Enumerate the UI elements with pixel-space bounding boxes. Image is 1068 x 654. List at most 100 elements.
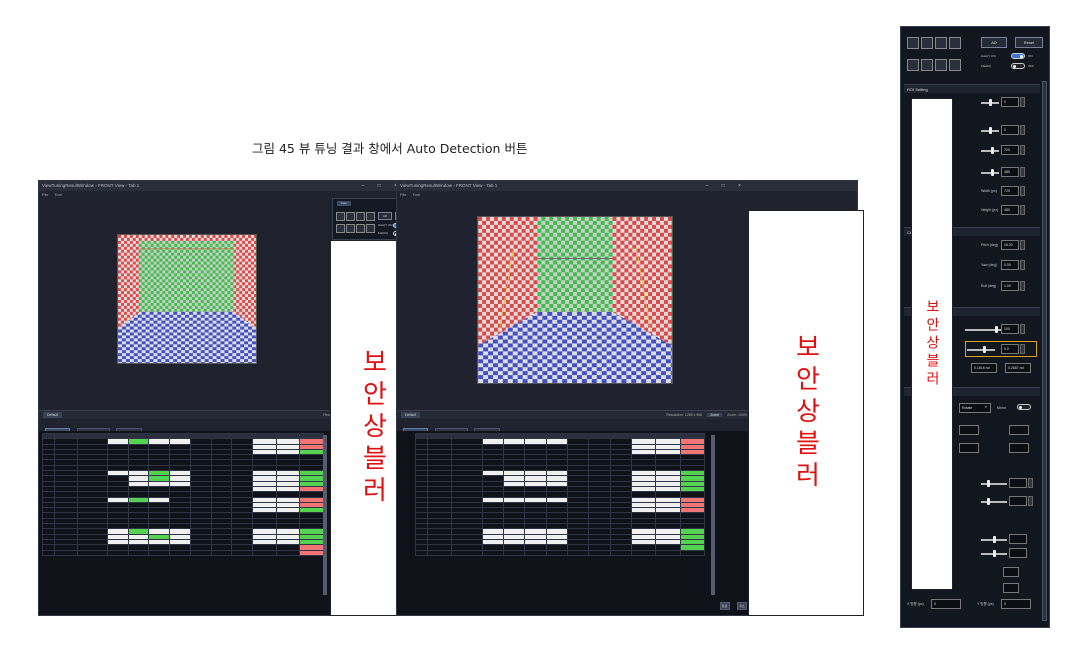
slider-c-thumb[interactable]: [993, 536, 996, 543]
slider-a-spinner[interactable]: [1028, 478, 1033, 488]
width-spinner[interactable]: [1020, 186, 1025, 196]
car-icon[interactable]: [935, 59, 947, 71]
ruler-icon[interactable]: [346, 224, 355, 233]
roi-field-3[interactable]: 720: [1001, 145, 1019, 155]
slider-b-spinner[interactable]: [1028, 496, 1033, 506]
roi-slider-3-thumb[interactable]: [991, 147, 994, 154]
grid-icon[interactable]: [907, 59, 919, 71]
roi-field-2[interactable]: 0: [1001, 125, 1019, 135]
scale-spinner[interactable]: [1020, 324, 1025, 334]
scale-slider-thumb[interactable]: [995, 326, 998, 333]
grid-icon[interactable]: [336, 224, 345, 233]
pitch-field[interactable]: 16.20: [1001, 240, 1019, 250]
roi-field-2-spinner[interactable]: [1020, 125, 1025, 135]
menu-file[interactable]: File: [42, 192, 48, 197]
mirror-toggle[interactable]: [1017, 404, 1031, 410]
roll-spinner[interactable]: [1020, 281, 1025, 291]
ad-button[interactable]: AD: [981, 37, 1007, 48]
result-table: [42, 432, 324, 556]
slider-a-field[interactable]: [1009, 478, 1027, 488]
pointer-icon[interactable]: [356, 212, 365, 221]
result-table: [414, 432, 706, 556]
cancel-button[interactable]: 취소: [737, 602, 747, 610]
x-offset-field[interactable]: 0: [931, 599, 961, 609]
save-icon[interactable]: [949, 37, 961, 49]
car-icon[interactable]: [356, 224, 365, 233]
popup-tab[interactable]: Auto: [337, 201, 351, 206]
height-field[interactable]: 480: [1001, 205, 1019, 215]
security-blur-text: 보안상블러: [790, 333, 821, 493]
window-controls[interactable]: – □ ×: [706, 181, 748, 191]
menu-tool[interactable]: Tool: [413, 192, 420, 197]
coord-y-field[interactable]: 0.2687 nd: [1005, 363, 1031, 373]
camera-icon[interactable]: [907, 37, 919, 49]
y-offset-field[interactable]: 0: [1001, 599, 1031, 609]
flat-toggle-label: Flat(Cl): [378, 231, 388, 235]
roi-slider-3[interactable]: [981, 150, 999, 152]
scale-field[interactable]: 100: [1001, 324, 1019, 334]
slider-a-thumb[interactable]: [987, 480, 990, 487]
coord-x-field[interactable]: 0.1616 nd: [971, 363, 997, 373]
param-field-4[interactable]: [1009, 443, 1029, 453]
roll-label: Roll (deg): [981, 284, 997, 288]
slider-b-field[interactable]: [1009, 496, 1027, 506]
roi-field-1[interactable]: 0: [1001, 97, 1019, 107]
roi-slider-2-thumb[interactable]: [989, 127, 992, 134]
slider-c-field[interactable]: [1009, 534, 1027, 544]
auto-toggle[interactable]: [1011, 53, 1025, 59]
settings-icon[interactable]: [366, 224, 375, 233]
camera-icon[interactable]: [336, 212, 345, 221]
pitch-spinner[interactable]: [1020, 240, 1025, 250]
grid-scrollbar[interactable]: [711, 435, 715, 595]
menu-tool[interactable]: Tool: [55, 192, 62, 197]
grid-scrollbar[interactable]: [323, 435, 327, 595]
settings-icon[interactable]: [949, 59, 961, 71]
roi-slider-1-thumb[interactable]: [989, 99, 992, 106]
status-tab[interactable]: Default: [43, 412, 63, 418]
roi-field-3-spinner[interactable]: [1020, 145, 1025, 155]
roi-field-4-spinner[interactable]: [1020, 167, 1025, 177]
offset-slider[interactable]: [967, 349, 995, 351]
roi-slider-4-thumb[interactable]: [991, 169, 994, 176]
offset-spinner[interactable]: [1020, 344, 1025, 354]
security-blur-text: 보안상블러: [924, 299, 940, 389]
slider-b[interactable]: [981, 501, 1007, 503]
param-field-3[interactable]: [959, 443, 979, 453]
offset-field[interactable]: 0.0: [1001, 344, 1019, 354]
figure-caption: 그림 45 뷰 튜닝 결과 창에서 Auto Detection 버튼: [252, 141, 528, 156]
window-title: ViewTuningResultWindow - FRONT View - Ta…: [400, 183, 498, 188]
param-field-5[interactable]: [1003, 567, 1019, 577]
yaw-field[interactable]: 0.00: [1001, 260, 1019, 270]
roi-slider-4[interactable]: [981, 172, 999, 174]
yaw-spinner[interactable]: [1020, 260, 1025, 270]
yaw-label: Yaw (deg): [981, 263, 997, 267]
width-field[interactable]: 720: [1001, 186, 1019, 196]
param-field-1[interactable]: [959, 425, 979, 435]
roi-field-4[interactable]: 480: [1001, 167, 1019, 177]
param-field-2[interactable]: [1009, 425, 1029, 435]
slider-d-field[interactable]: [1009, 548, 1027, 558]
pointer-icon[interactable]: [935, 37, 947, 49]
slider-a[interactable]: [981, 483, 1007, 485]
menu-file[interactable]: File: [400, 192, 406, 197]
flat-toggle[interactable]: [1011, 63, 1025, 69]
zoom-icon[interactable]: [921, 37, 933, 49]
slider-d-thumb[interactable]: [993, 550, 996, 557]
section-roi-setting[interactable]: ROI Setting: [904, 84, 1040, 93]
height-spinner[interactable]: [1020, 205, 1025, 215]
save-icon[interactable]: [366, 212, 375, 221]
panel-scrollbar[interactable]: [1042, 81, 1047, 621]
offset-slider-thumb[interactable]: [983, 346, 986, 353]
ruler-icon[interactable]: [921, 59, 933, 71]
roi-field-1-spinner[interactable]: [1020, 97, 1025, 107]
reset-button[interactable]: Reset: [1015, 37, 1043, 48]
auto-toggle-label: Auto(Y Ch): [378, 223, 393, 227]
ok-button[interactable]: 완료: [719, 602, 730, 610]
status-tab[interactable]: Default: [401, 412, 421, 418]
ad-button[interactable]: AD: [378, 212, 392, 220]
slider-b-thumb[interactable]: [987, 498, 990, 505]
zoom-icon[interactable]: [346, 212, 355, 221]
roll-field[interactable]: 1.00: [1001, 281, 1019, 291]
param-field-6[interactable]: [1003, 583, 1019, 593]
status-zoom-button[interactable]: Zoom: [707, 413, 723, 417]
